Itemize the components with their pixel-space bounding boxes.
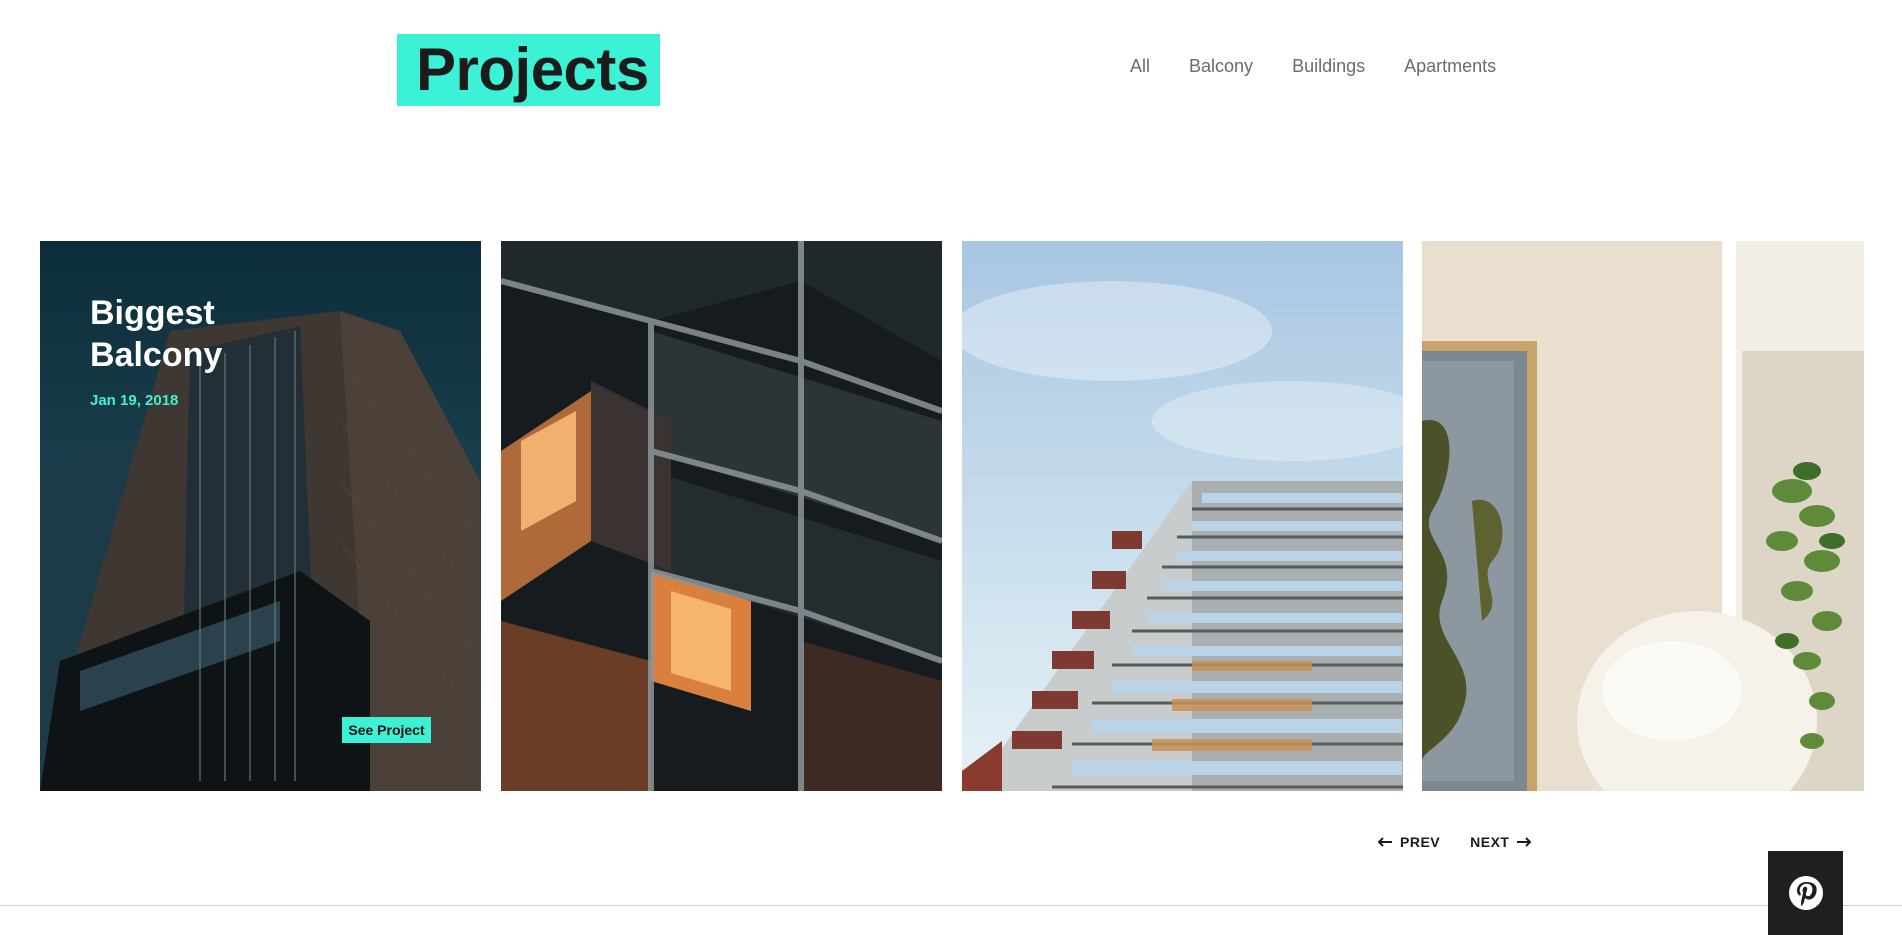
prev-button[interactable]: PREV bbox=[1378, 834, 1440, 850]
project-image-interior bbox=[1422, 241, 1864, 791]
filter-buildings[interactable]: Buildings bbox=[1292, 56, 1365, 77]
filter-apartments[interactable]: Apartments bbox=[1404, 56, 1496, 77]
project-gallery: Biggest Balcony Jan 19, 2018 See Project bbox=[40, 241, 1864, 791]
filter-all[interactable]: All bbox=[1130, 56, 1150, 77]
prev-label: PREV bbox=[1400, 834, 1441, 850]
pinterest-icon bbox=[1788, 876, 1823, 910]
pagination: PREV NEXT bbox=[1378, 834, 1532, 850]
filter-nav: All Balcony Buildings Apartments bbox=[1130, 56, 1496, 77]
arrow-right-icon bbox=[1517, 837, 1532, 847]
project-card-biggest-balcony[interactable]: Biggest Balcony Jan 19, 2018 See Project bbox=[40, 241, 481, 791]
page-title: Projects bbox=[416, 36, 649, 103]
card-date: Jan 19, 2018 bbox=[90, 392, 179, 409]
project-image-sky-tower bbox=[962, 241, 1403, 791]
pinterest-button[interactable] bbox=[1768, 851, 1843, 935]
next-label: NEXT bbox=[1470, 834, 1510, 850]
arrow-left-icon bbox=[1378, 837, 1392, 847]
next-button[interactable]: NEXT bbox=[1470, 834, 1532, 850]
project-card-interior[interactable] bbox=[1422, 241, 1864, 791]
see-project-button[interactable]: See Project bbox=[342, 717, 431, 743]
filter-balcony[interactable]: Balcony bbox=[1189, 56, 1253, 77]
footer-divider bbox=[0, 905, 1902, 906]
page-title-badge: Projects bbox=[397, 34, 660, 106]
project-image-dark-facade bbox=[501, 241, 942, 791]
project-card-dark-building[interactable] bbox=[501, 241, 942, 791]
project-card-sky-building[interactable] bbox=[962, 241, 1403, 791]
card-title: Biggest Balcony bbox=[90, 294, 223, 374]
